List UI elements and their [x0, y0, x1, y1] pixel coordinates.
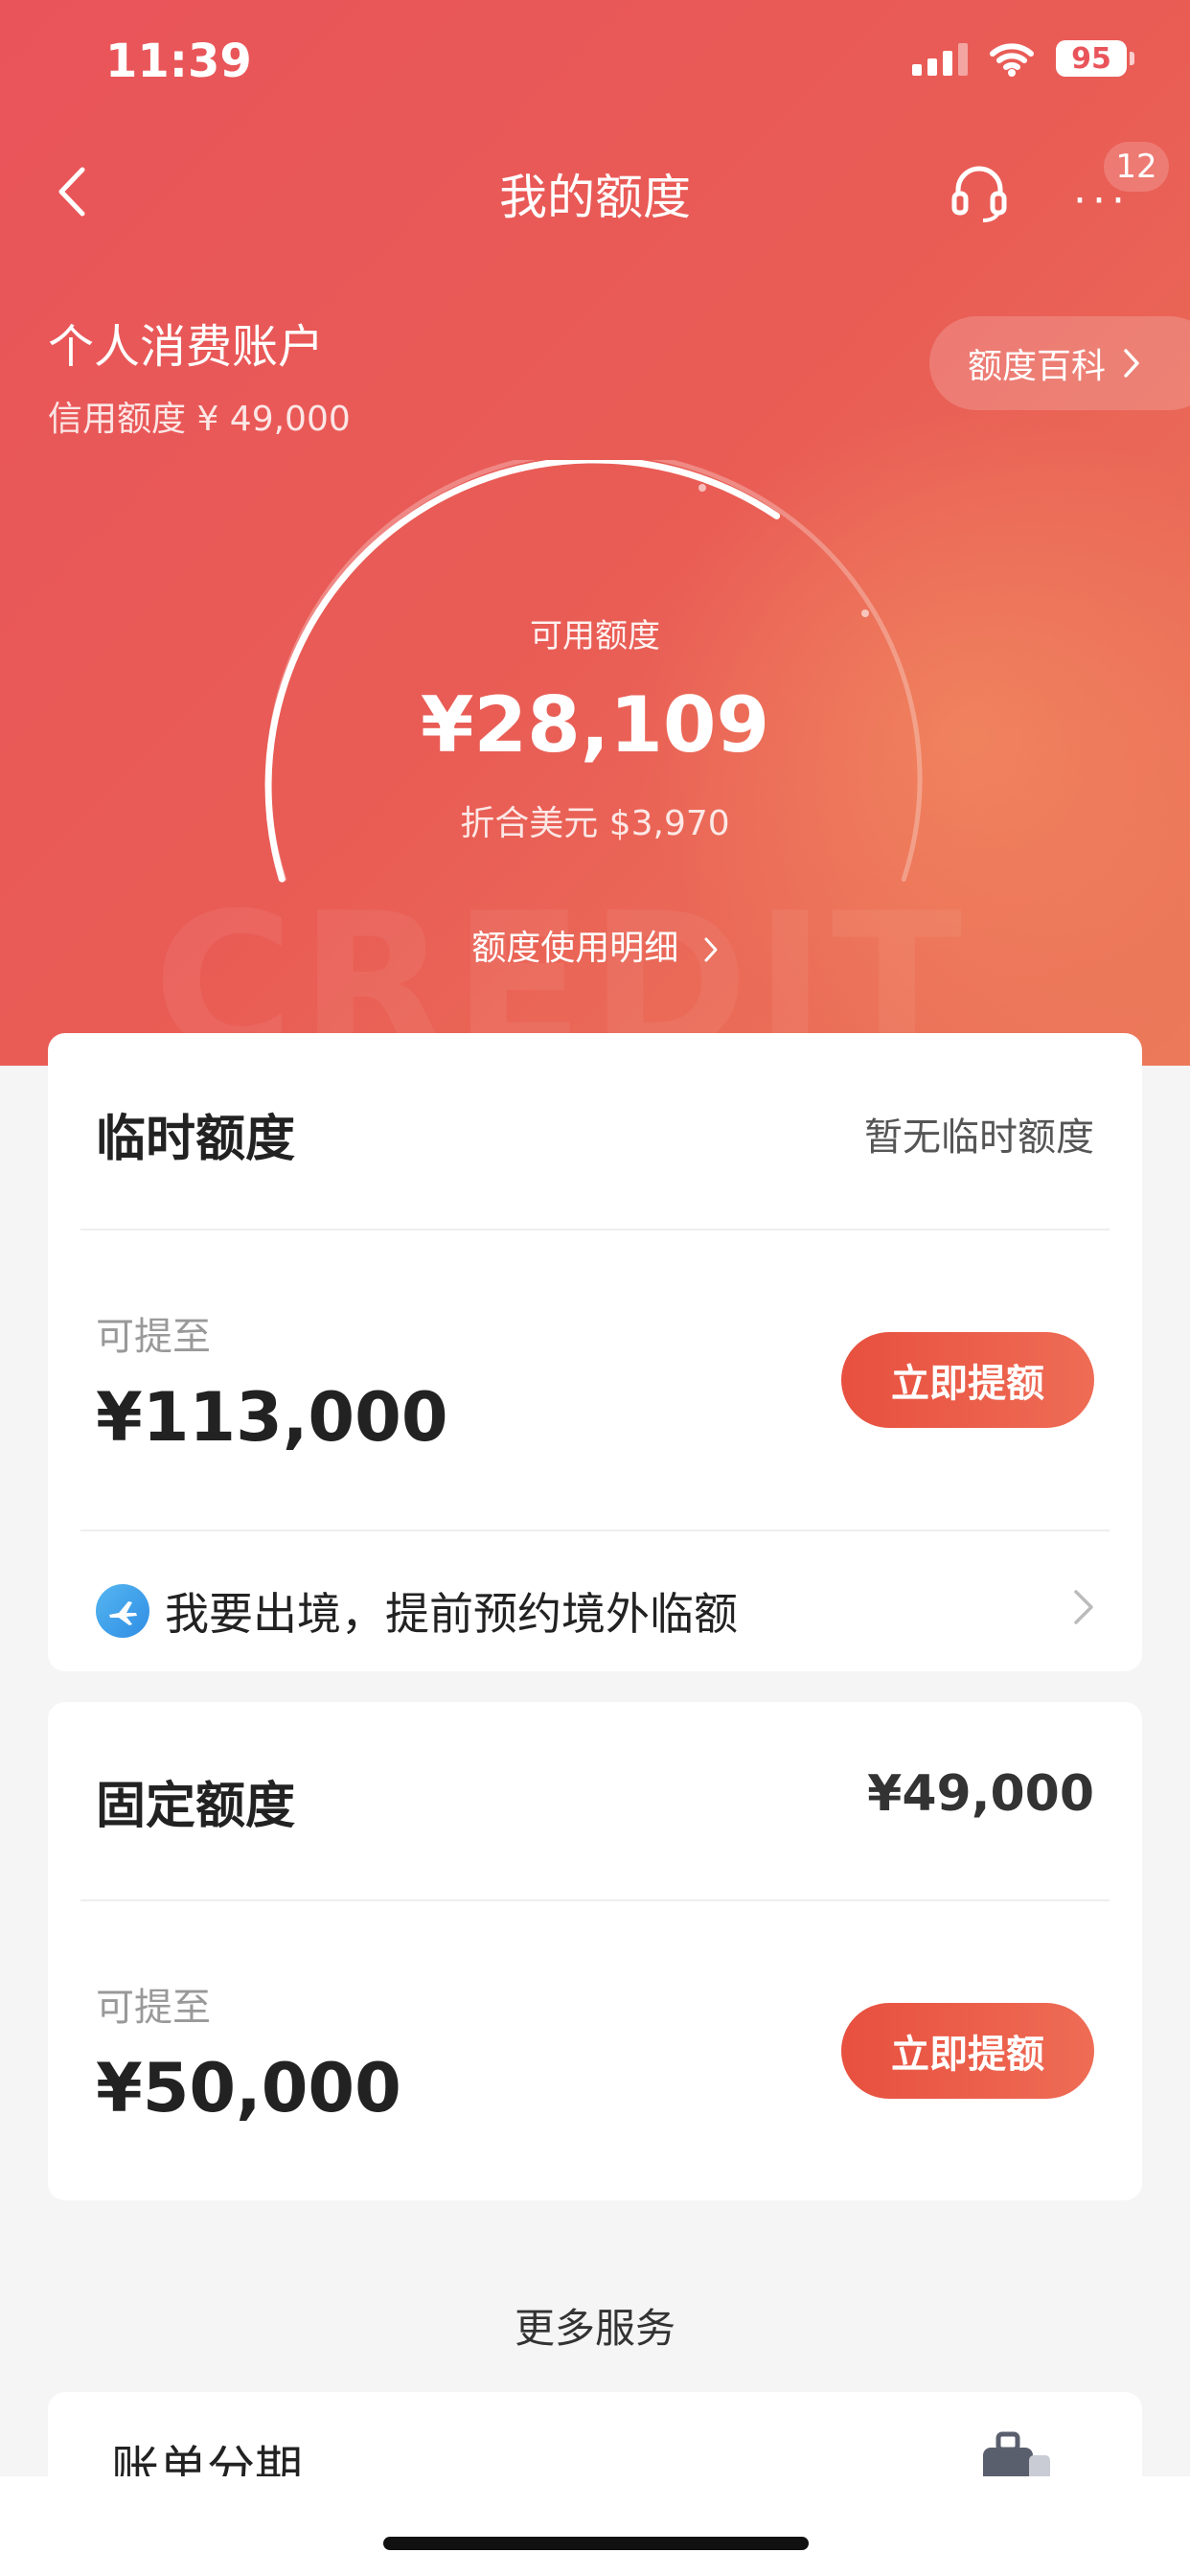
divider	[80, 1530, 1110, 1531]
raise-limit-button[interactable]: 立即提额	[841, 1332, 1094, 1428]
wifi-icon	[990, 43, 1034, 77]
usage-detail-link[interactable]: 额度使用明细	[0, 920, 1190, 970]
fixed-limit-card: 固定额度 ¥49,000 可提至 ¥50,000 立即提额	[48, 1702, 1142, 2200]
raise-to-amount: ¥113,000	[96, 1378, 448, 1457]
usage-detail-label: 额度使用明细	[471, 929, 679, 968]
raise-to-amount: ¥50,000	[96, 2049, 401, 2128]
temporary-limit-title: 临时额度	[96, 1111, 296, 1168]
account-name: 个人消费账户	[48, 320, 325, 374]
battery-indicator: 95	[1056, 40, 1134, 77]
fixed-limit-title: 固定额度	[96, 1778, 296, 1835]
message-badge[interactable]: 12	[1104, 142, 1169, 192]
available-usd: 折合美元 $3,970	[460, 804, 730, 843]
signal-icon	[912, 41, 968, 76]
credit-wiki-label: 额度百科	[968, 347, 1107, 386]
divider	[80, 1899, 1110, 1901]
chevron-right-icon	[1124, 349, 1139, 378]
status-time: 11:39	[105, 34, 252, 88]
chevron-right-icon	[1074, 1590, 1093, 1624]
gauge-dot	[698, 484, 706, 492]
overseas-limit-row[interactable]: 我要出境，提前预约境外临额	[48, 1551, 1142, 1671]
headset-icon[interactable]	[949, 161, 1010, 222]
raise-to-label: 可提至	[96, 1315, 211, 1359]
raise-to-label: 可提至	[96, 1986, 211, 2030]
more-services-title: 更多服务	[514, 2305, 675, 2352]
overseas-limit-text: 我要出境，提前预约境外临额	[165, 1588, 738, 1640]
fixed-limit-amount: ¥49,000	[867, 1765, 1094, 1823]
credit-limit: 信用额度 ¥ 49,000	[48, 400, 351, 439]
home-indicator[interactable]	[383, 2537, 809, 2550]
available-label: 可用额度	[530, 617, 660, 656]
divider	[80, 1229, 1110, 1230]
temporary-limit-card: 临时额度 暂无临时额度 可提至 ¥113,000 立即提额 我要出境，提前预约境…	[48, 1033, 1142, 1671]
chevron-right-icon	[704, 937, 718, 962]
airplane-icon	[96, 1584, 149, 1638]
status-icons: 95	[912, 40, 1134, 77]
credit-wiki-button[interactable]: 额度百科	[929, 316, 1190, 410]
raise-limit-button[interactable]: 立即提额	[841, 2003, 1094, 2099]
temporary-limit-status: 暂无临时额度	[864, 1116, 1094, 1160]
page-title: 我的额度	[499, 170, 691, 225]
home-bar-area	[0, 2476, 1190, 2576]
available-amount: ¥28,109	[420, 680, 770, 770]
